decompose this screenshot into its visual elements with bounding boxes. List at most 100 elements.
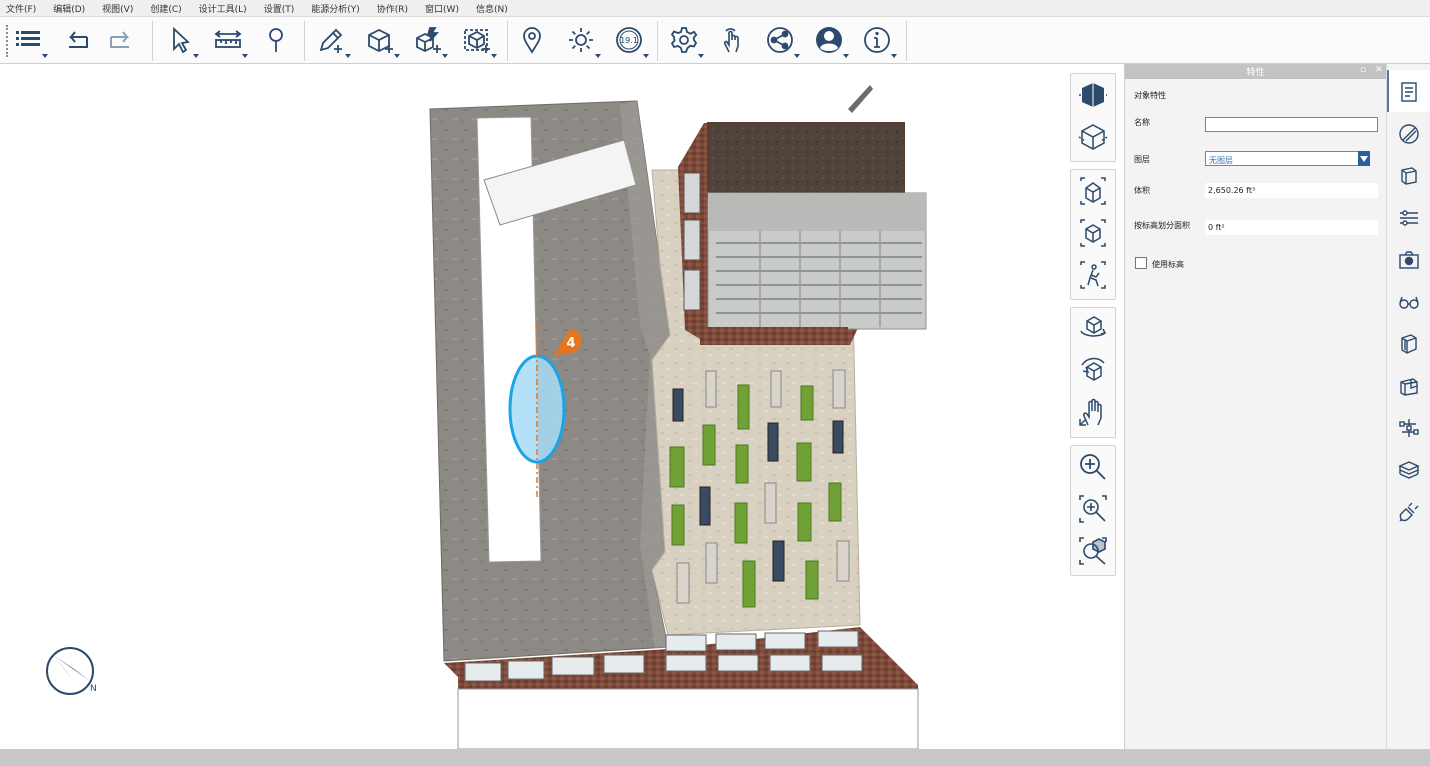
location-pin-icon	[523, 27, 541, 54]
share-button[interactable]	[762, 23, 800, 58]
content-library-icon	[1401, 167, 1417, 185]
level-dropdown-button[interactable]	[1358, 151, 1370, 166]
house-ortho-icon	[1080, 219, 1106, 247]
menu-file[interactable]: 文件(F)	[6, 2, 36, 15]
panel-tab-strip	[1386, 64, 1430, 750]
dropdown-caret-icon[interactable]	[491, 54, 497, 58]
zoom-window-button[interactable]	[1071, 488, 1115, 530]
zoom-extents-icon	[1079, 537, 1107, 565]
main-toolbar: 19.1	[0, 17, 1430, 64]
dropdown-caret-icon[interactable]	[891, 54, 897, 58]
version-badge-text: 19.1	[620, 36, 638, 45]
materials-tab[interactable]	[1397, 122, 1421, 146]
groups-tab[interactable]	[1397, 332, 1421, 356]
menu-energy-analysis[interactable]: 能源分析(Y)	[311, 2, 360, 15]
import-button[interactable]	[459, 23, 497, 58]
area-by-level-label: 按标高划分面积	[1134, 221, 1190, 230]
layers-tab[interactable]	[1397, 374, 1421, 398]
undo-icon	[68, 31, 88, 48]
content-library-tab[interactable]	[1397, 164, 1421, 188]
solid-cube-icon	[1079, 83, 1107, 107]
dynamo-tab[interactable]	[1397, 416, 1421, 440]
close-panel-icon[interactable]: ✕	[1375, 65, 1383, 75]
create-box-button[interactable]	[362, 23, 400, 58]
dropdown-caret-icon[interactable]	[698, 54, 704, 58]
3d-viewport[interactable]: 4 N	[0, 65, 1124, 749]
dropdown-caret-icon[interactable]	[595, 54, 601, 58]
redo-button[interactable]	[104, 23, 140, 57]
select-button[interactable]	[161, 23, 199, 58]
menu-window[interactable]: 窗口(W)	[425, 2, 459, 15]
undo-button[interactable]	[58, 23, 94, 57]
create-volume-button[interactable]	[410, 23, 448, 58]
dropdown-caret-icon[interactable]	[643, 54, 649, 58]
properties-panel: 特性 ▫ ✕ 对象特性 名称 图层 无图层 体积 2,650.26 ft³ 按标…	[1124, 64, 1386, 750]
menu-design-tools[interactable]: 设计工具(L)	[199, 2, 247, 15]
volume-label: 体积	[1134, 186, 1150, 195]
toolbar-grip[interactable]	[6, 25, 8, 57]
measure-button[interactable]	[210, 23, 248, 58]
dropdown-caret-icon[interactable]	[345, 54, 351, 58]
dropdown-caret-icon[interactable]	[394, 54, 400, 58]
version-button[interactable]: 19.1	[611, 23, 649, 58]
step-marker-label: 4	[566, 336, 575, 351]
group-cube-icon	[1401, 334, 1417, 354]
zoom-button[interactable]	[1071, 446, 1115, 488]
browser-list-button[interactable]	[10, 23, 48, 58]
info-button[interactable]	[859, 23, 897, 58]
zoom-extents-button[interactable]	[1071, 530, 1115, 572]
volume-value: 2,650.26 ft³	[1205, 183, 1378, 198]
pin-panel-icon[interactable]: ▫	[1360, 65, 1366, 75]
menu-edit[interactable]: 编辑(D)	[53, 2, 85, 15]
zoom-window-icon	[1079, 495, 1107, 523]
use-level-checkbox[interactable]	[1135, 257, 1147, 269]
menu-create[interactable]: 创建(C)	[150, 2, 181, 15]
pan-button[interactable]	[1071, 392, 1115, 434]
dropdown-caret-icon[interactable]	[794, 54, 800, 58]
wireframe-view-button[interactable]	[1071, 116, 1115, 158]
menu-view[interactable]: 视图(V)	[102, 2, 133, 15]
dropdown-caret-icon[interactable]	[193, 54, 199, 58]
properties-tab[interactable]	[1397, 80, 1421, 104]
sun-button[interactable]	[563, 23, 601, 58]
account-button[interactable]	[811, 23, 849, 58]
name-input[interactable]	[1205, 117, 1378, 132]
toolbar-separator	[304, 21, 305, 61]
orthographic-view-button[interactable]	[1071, 212, 1115, 254]
model-scene: 4 N	[46, 85, 927, 749]
north-compass[interactable]: N	[46, 647, 97, 695]
stacked-layers-tab[interactable]	[1397, 458, 1421, 482]
menu-info[interactable]: 信息(N)	[476, 2, 508, 15]
dropdown-caret-icon[interactable]	[242, 54, 248, 58]
menu-collaborate[interactable]: 协作(R)	[377, 2, 408, 15]
level-select[interactable]: 无图层	[1205, 151, 1370, 166]
levels-tab[interactable]	[1397, 206, 1421, 230]
toolbar-separator	[906, 21, 907, 61]
tag-icon	[269, 28, 283, 52]
touch-gesture-button[interactable]	[714, 23, 750, 57]
tag-button[interactable]	[258, 23, 294, 57]
redo-icon	[110, 31, 130, 48]
select-icon	[173, 26, 190, 54]
scenes-tab[interactable]	[1397, 248, 1421, 272]
create-box-icon	[368, 28, 393, 53]
menu-bar: 文件(F) 编辑(D) 视图(V) 创建(C) 设计工具(L) 设置(T) 能源…	[0, 0, 1430, 17]
version-badge-icon: 19.1	[616, 27, 642, 53]
create-volume-icon	[416, 27, 441, 53]
account-icon	[816, 27, 842, 53]
location-button[interactable]	[514, 23, 550, 57]
plugins-tab[interactable]	[1397, 500, 1421, 524]
orbit-button[interactable]	[1071, 308, 1115, 350]
dropdown-caret-icon[interactable]	[42, 54, 48, 58]
sketch-button[interactable]	[313, 23, 351, 58]
plugin-plug-icon	[1399, 502, 1419, 522]
pan-orbit-button[interactable]	[1071, 350, 1115, 392]
dropdown-caret-icon[interactable]	[843, 54, 849, 58]
dropdown-caret-icon[interactable]	[442, 54, 448, 58]
solid-view-button[interactable]	[1071, 74, 1115, 116]
settings-button[interactable]	[666, 23, 704, 58]
menu-settings[interactable]: 设置(T)	[264, 2, 295, 15]
visual-styles-tab[interactable]	[1397, 290, 1421, 314]
walkthrough-view-button[interactable]	[1071, 254, 1115, 296]
perspective-view-button[interactable]	[1071, 170, 1115, 212]
